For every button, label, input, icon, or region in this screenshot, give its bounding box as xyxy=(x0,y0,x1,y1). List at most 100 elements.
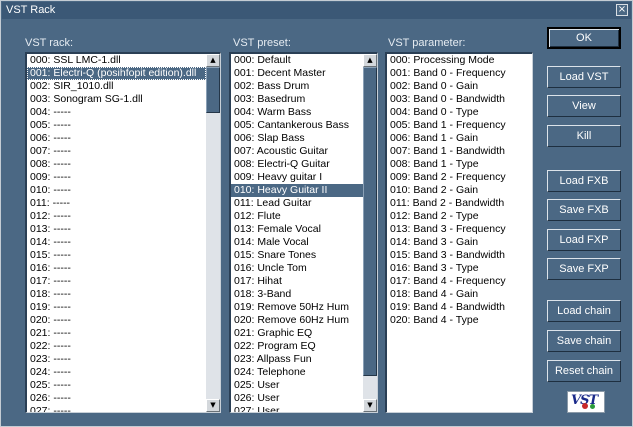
list-item[interactable]: 021: ----- xyxy=(27,327,206,340)
list-item[interactable]: 000: SSL LMC-1.dll xyxy=(27,54,206,67)
list-item[interactable]: 007: Band 1 - Bandwidth xyxy=(387,145,532,158)
list-item[interactable]: 018: 3-Band xyxy=(231,288,363,301)
list-item[interactable]: 012: ----- xyxy=(27,210,206,223)
list-item[interactable]: 025: User xyxy=(231,379,363,392)
list-item[interactable]: 001: Band 0 - Frequency xyxy=(387,67,532,80)
load-fxp-button[interactable]: Load FXP xyxy=(547,229,621,251)
ok-button[interactable]: OK xyxy=(547,27,621,49)
list-item[interactable]: 026: User xyxy=(231,392,363,405)
list-item[interactable]: 002: Band 0 - Gain xyxy=(387,80,532,93)
list-item[interactable]: 006: ----- xyxy=(27,132,206,145)
reset-chain-button[interactable]: Reset chain xyxy=(547,360,621,382)
load-fxb-button[interactable]: Load FXB xyxy=(547,170,621,192)
list-item[interactable]: 004: Warm Bass xyxy=(231,106,363,119)
list-item[interactable]: 027: ----- xyxy=(27,405,206,412)
list-item[interactable]: 010: Band 2 - Gain xyxy=(387,184,532,197)
list-item[interactable]: 006: Band 1 - Gain xyxy=(387,132,532,145)
list-item[interactable]: 005: Cantankerous Bass xyxy=(231,119,363,132)
list-item[interactable]: 020: ----- xyxy=(27,314,206,327)
list-item[interactable]: 013: Band 3 - Frequency xyxy=(387,223,532,236)
save-fxb-button[interactable]: Save FXB xyxy=(547,199,621,221)
list-item[interactable]: 025: ----- xyxy=(27,379,206,392)
list-item[interactable]: 004: ----- xyxy=(27,106,206,119)
list-item[interactable]: 000: Processing Mode xyxy=(387,54,532,67)
save-chain-button[interactable]: Save chain xyxy=(547,330,621,352)
vst-preset-list[interactable]: 000: Default 001: Decent Master 002: Bass … xyxy=(229,52,378,413)
list-item[interactable]: 017: Hihat xyxy=(231,275,363,288)
list-item[interactable]: 022: Program EQ xyxy=(231,340,363,353)
vst-rack-items[interactable]: 000: SSL LMC-1.dll 001: Electri-Q (posihf… xyxy=(27,54,206,412)
list-item[interactable]: 005: Band 1 - Frequency xyxy=(387,119,532,132)
list-item[interactable]: 005: ----- xyxy=(27,119,206,132)
list-item[interactable]: 003: Band 0 - Bandwidth xyxy=(387,93,532,106)
list-item[interactable]: 008: Band 1 - Type xyxy=(387,158,532,171)
close-button[interactable]: × xyxy=(616,4,628,16)
list-item[interactable]: 012: Flute xyxy=(231,210,363,223)
list-item[interactable]: 009: Band 2 - Frequency xyxy=(387,171,532,184)
list-item[interactable]: 003: Sonogram SG-1.dll xyxy=(27,93,206,106)
kill-button[interactable]: Kill xyxy=(547,125,621,147)
list-item[interactable]: 027: User xyxy=(231,405,363,412)
list-item[interactable]: 024: ----- xyxy=(27,366,206,379)
list-item[interactable]: 023: ----- xyxy=(27,353,206,366)
list-item[interactable]: 017: ----- xyxy=(27,275,206,288)
list-item[interactable]: 013: Female Vocal xyxy=(231,223,363,236)
list-item[interactable]: 015: Band 3 - Bandwidth xyxy=(387,249,532,262)
list-item[interactable]: 012: Band 2 - Type xyxy=(387,210,532,223)
list-item[interactable]: 009: Heavy guitar I xyxy=(231,171,363,184)
list-item[interactable]: 004: Band 0 - Type xyxy=(387,106,532,119)
list-item-selected[interactable]: 001: Electri-Q (posihfopit edition).dll xyxy=(27,67,206,80)
list-item[interactable]: 008: Electri-Q Guitar xyxy=(231,158,363,171)
load-chain-button[interactable]: Load chain xyxy=(547,300,621,322)
list-item[interactable]: 024: Telephone xyxy=(231,366,363,379)
list-item-selected[interactable]: 010: Heavy Guitar II xyxy=(231,184,363,197)
list-item[interactable]: 014: Male Vocal xyxy=(231,236,363,249)
title-bar[interactable]: VST Rack × xyxy=(2,2,631,19)
vst-preset-scroll-thumb[interactable] xyxy=(363,67,377,376)
list-item[interactable]: 026: ----- xyxy=(27,392,206,405)
list-item[interactable]: 016: ----- xyxy=(27,262,206,275)
list-item[interactable]: 019: Remove 50Hz Hum xyxy=(231,301,363,314)
list-item[interactable]: 001: Decent Master xyxy=(231,67,363,80)
list-item[interactable]: 007: ----- xyxy=(27,145,206,158)
scroll-up-arrow-icon[interactable]: ▲ xyxy=(363,54,377,67)
list-item[interactable]: 015: ----- xyxy=(27,249,206,262)
scroll-up-arrow-icon[interactable]: ▲ xyxy=(206,54,220,67)
list-item[interactable]: 013: ----- xyxy=(27,223,206,236)
list-item[interactable]: 016: Uncle Tom xyxy=(231,262,363,275)
list-item[interactable]: 020: Band 4 - Type xyxy=(387,314,532,327)
list-item[interactable]: 000: Default xyxy=(231,54,363,67)
list-item[interactable]: 019: ----- xyxy=(27,301,206,314)
list-item[interactable]: 016: Band 3 - Type xyxy=(387,262,532,275)
load-vst-button[interactable]: Load VST xyxy=(547,66,621,88)
list-item[interactable]: 014: ----- xyxy=(27,236,206,249)
vst-rack-scroll-thumb[interactable] xyxy=(206,67,220,114)
list-item[interactable]: 017: Band 4 - Frequency xyxy=(387,275,532,288)
list-item[interactable]: 008: ----- xyxy=(27,158,206,171)
list-item[interactable]: 009: ----- xyxy=(27,171,206,184)
list-item[interactable]: 021: Graphic EQ xyxy=(231,327,363,340)
vst-parameter-items[interactable]: 000: Processing Mode 001: Band 0 - Freque… xyxy=(387,54,532,412)
list-item[interactable]: 003: Basedrum xyxy=(231,93,363,106)
vst-preset-items[interactable]: 000: Default 001: Decent Master 002: Bass … xyxy=(231,54,363,412)
list-item[interactable]: 011: Lead Guitar xyxy=(231,197,363,210)
list-item[interactable]: 018: ----- xyxy=(27,288,206,301)
save-fxp-button[interactable]: Save FXP xyxy=(547,258,621,280)
list-item[interactable]: 015: Snare Tones xyxy=(231,249,363,262)
list-item[interactable]: 023: Allpass Fun xyxy=(231,353,363,366)
scroll-down-arrow-icon[interactable]: ▼ xyxy=(363,399,377,412)
list-item[interactable]: 019: Band 4 - Bandwidth xyxy=(387,301,532,314)
list-item[interactable]: 011: Band 2 - Bandwidth xyxy=(387,197,532,210)
list-item[interactable]: 011: ----- xyxy=(27,197,206,210)
vst-parameter-list[interactable]: 000: Processing Mode 001: Band 0 - Freque… xyxy=(385,52,533,413)
list-item[interactable]: 002: Bass Drum xyxy=(231,80,363,93)
list-item[interactable]: 002: SIR_1010.dll xyxy=(27,80,206,93)
view-button[interactable]: View xyxy=(547,95,621,117)
vst-rack-list[interactable]: 000: SSL LMC-1.dll 001: Electri-Q (posihf… xyxy=(25,52,221,413)
list-item[interactable]: 006: Slap Bass xyxy=(231,132,363,145)
list-item[interactable]: 007: Acoustic Guitar xyxy=(231,145,363,158)
list-item[interactable]: 020: Remove 60Hz Hum xyxy=(231,314,363,327)
list-item[interactable]: 022: ----- xyxy=(27,340,206,353)
scroll-down-arrow-icon[interactable]: ▼ xyxy=(206,399,220,412)
vst-preset-scrollbar[interactable]: ▲ ▼ xyxy=(363,54,377,412)
